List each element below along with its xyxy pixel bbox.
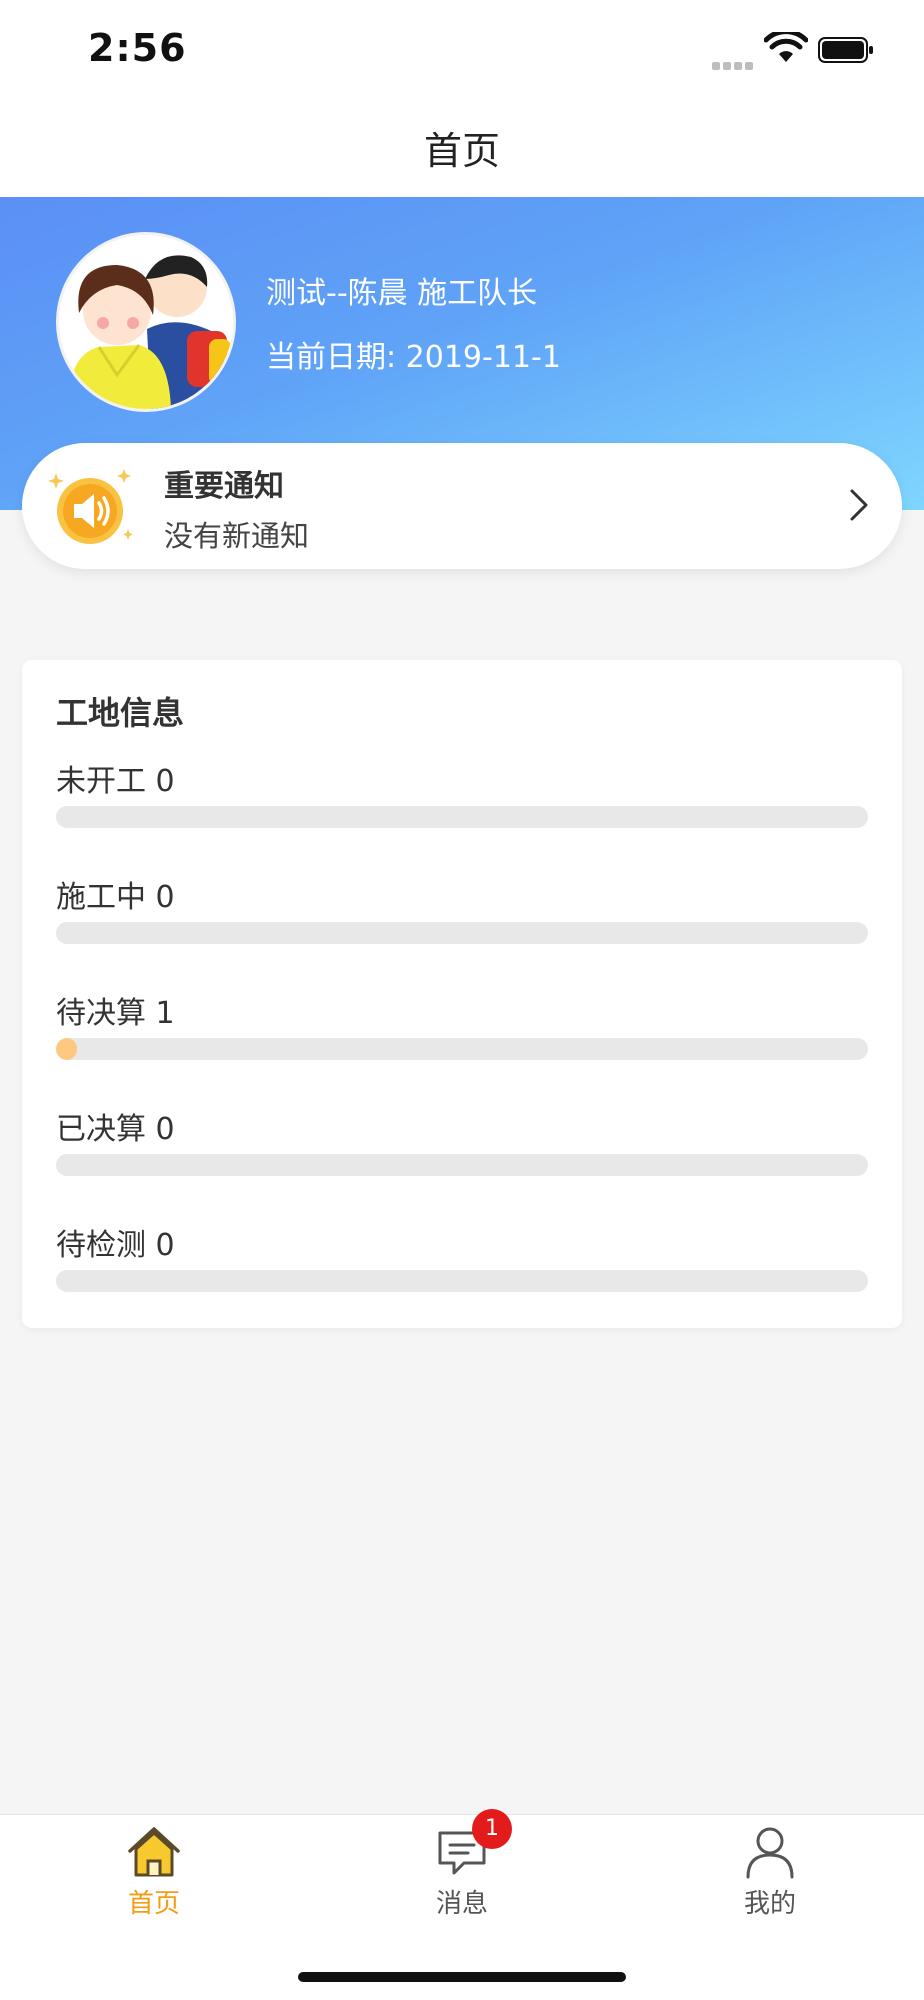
- notice-title: 重要通知: [164, 469, 284, 504]
- stat-label: 待决算 1: [56, 996, 175, 1031]
- stat-row-not-started[interactable]: 未开工 0: [56, 756, 868, 856]
- battery-icon: [818, 37, 873, 63]
- site-info-title: 工地信息: [56, 694, 185, 732]
- progress-bar: [56, 1270, 868, 1292]
- stat-label: 待检测 0: [56, 1228, 175, 1263]
- unread-badge: 1: [472, 1809, 512, 1849]
- avatar-cartoon-icon: [59, 235, 233, 409]
- page-title: 首页: [423, 129, 500, 173]
- tab-messages[interactable]: 1 消息: [308, 1809, 616, 1925]
- stat-row-in-progress[interactable]: 施工中 0: [56, 872, 868, 972]
- user-icon: [746, 1827, 794, 1879]
- progress-bar: [56, 1154, 868, 1176]
- stat-label: 已决算 0: [56, 1112, 175, 1147]
- stat-row-pending-inspection[interactable]: 待检测 0: [56, 1220, 868, 1320]
- stat-row-pending-settlement[interactable]: 待决算 1: [56, 988, 868, 1088]
- tab-label: 我的: [743, 1889, 796, 1919]
- tab-label: 首页: [127, 1889, 180, 1919]
- stat-label: 施工中 0: [56, 880, 175, 915]
- user-name-role: 测试--陈晨 施工队长: [266, 276, 538, 311]
- notice-card[interactable]: 重要通知 没有新通知: [22, 443, 902, 569]
- tab-bar: 首页 1 消息 我的: [0, 1809, 924, 1925]
- chevron-right-icon[interactable]: [844, 485, 874, 525]
- status-bar: 2:56: [0, 0, 924, 100]
- nav-bar: 首页: [0, 100, 924, 198]
- site-info-card: 工地信息 未开工 0 施工中 0 待决算 1 已决算 0 待检测 0: [22, 660, 902, 1328]
- stat-label: 未开工 0: [56, 764, 175, 799]
- safe-area: [0, 1924, 924, 2000]
- progress-bar: [56, 806, 868, 828]
- notice-subtitle: 没有新通知: [164, 519, 310, 553]
- speaker-icon: [48, 469, 133, 544]
- progress-bar: [56, 1038, 868, 1060]
- progress-bar: [56, 922, 868, 944]
- home-icon: [128, 1827, 180, 1877]
- avatar[interactable]: [56, 232, 236, 412]
- current-date: 当前日期: 2019-11-1: [266, 340, 561, 375]
- stat-row-settled[interactable]: 已决算 0: [56, 1104, 868, 1204]
- tab-label: 消息: [435, 1889, 488, 1919]
- status-time: 2:56: [88, 26, 187, 70]
- wifi-icon: [764, 32, 808, 62]
- signal-icon: [712, 55, 756, 70]
- tab-home[interactable]: 首页: [0, 1815, 308, 1925]
- home-indicator: [298, 1972, 626, 1982]
- tab-profile[interactable]: 我的: [616, 1815, 924, 1925]
